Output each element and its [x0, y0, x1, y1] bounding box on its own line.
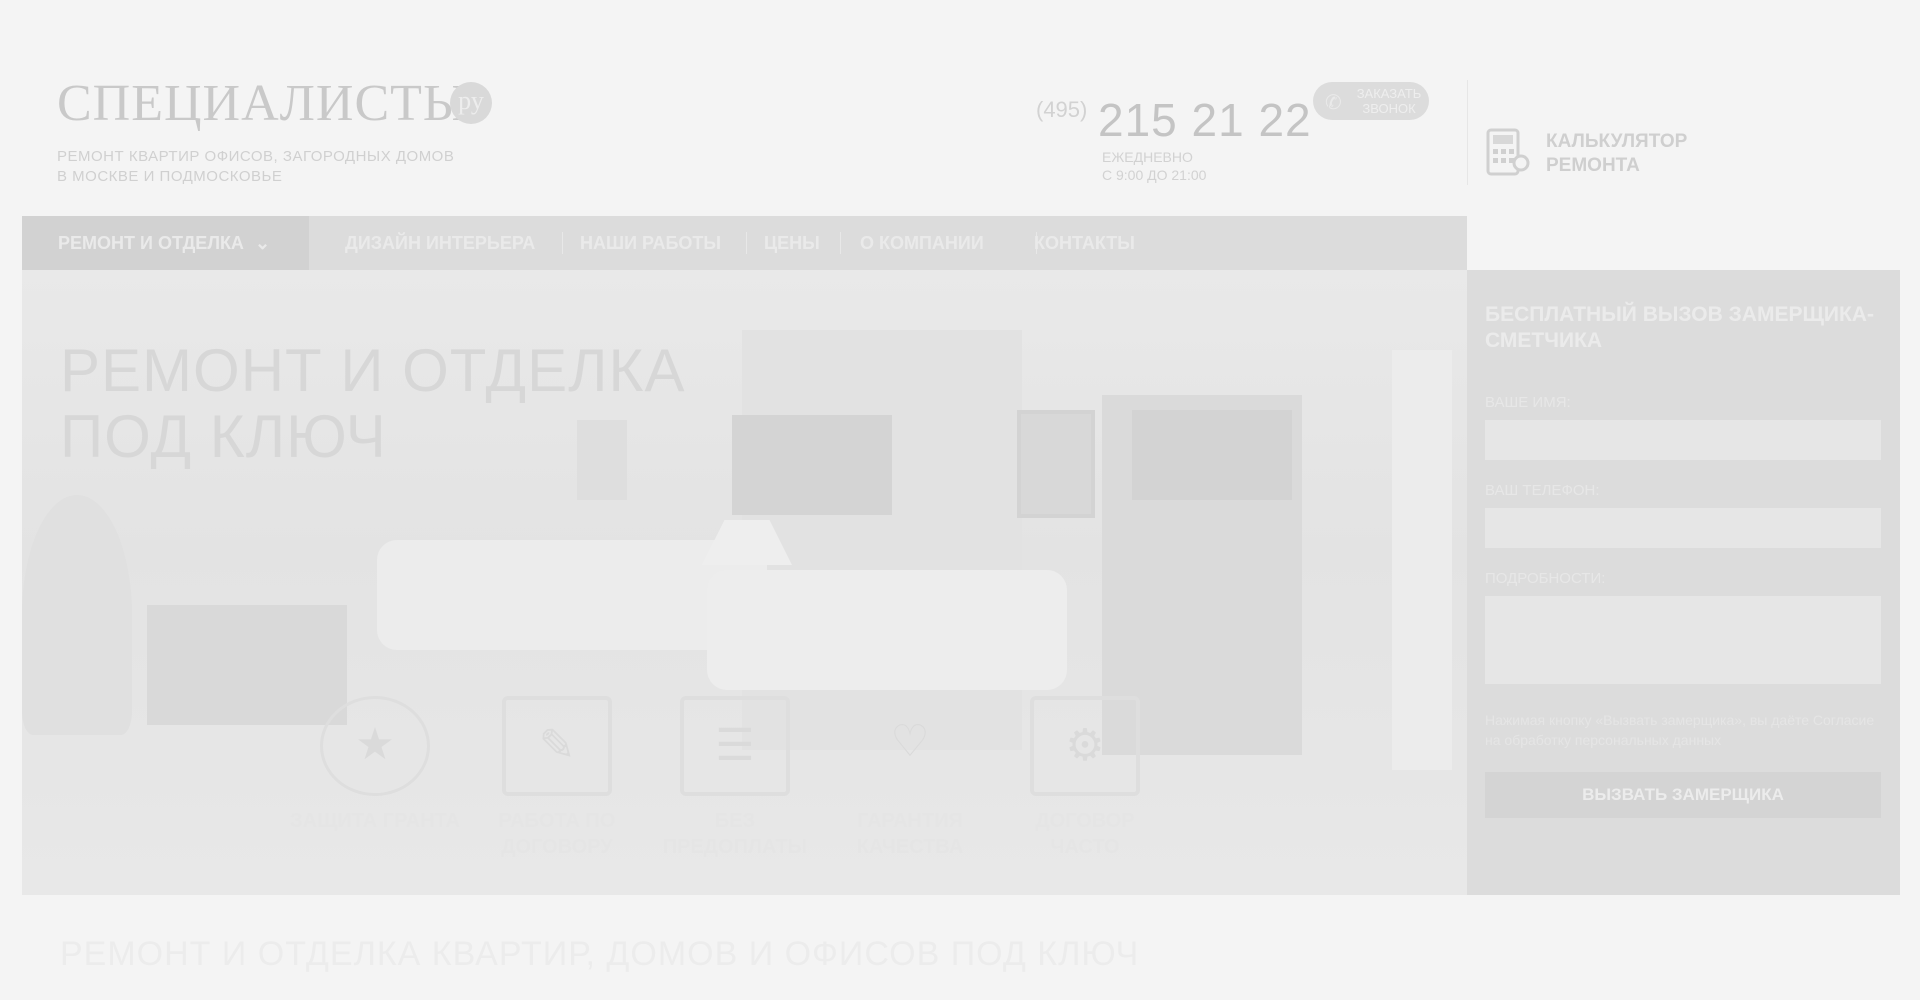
hand-coin-icon: ♡ [890, 717, 930, 766]
section-heading: РЕМОНТ И ОТДЕЛКА КВАРТИР, ДОМОВ И ОФИСОВ… [60, 935, 1140, 973]
name-label: ВАШЕ ИМЯ: [1485, 394, 1571, 411]
phone-number[interactable]: 215 21 22 [1098, 93, 1312, 147]
form-title: БЕСПЛАТНЫЙ ВЫЗОВ ЗАМЕРЩИКА-СМЕТЧИКА [1485, 303, 1874, 352]
phone-field[interactable] [1485, 508, 1881, 548]
nav-separator [840, 232, 841, 254]
submit-button[interactable]: ВЫЗВАТЬ ЗАМЕРЩИКА [1485, 772, 1881, 818]
phone-icon: ✆ [1325, 92, 1342, 114]
logo-badge: ру [450, 82, 492, 124]
logo-subtitle-line2: В МОСКВЕ И ПОДМОСКОВЬЕ [57, 168, 283, 185]
feature-label: БЕЗ ПРЕДОПЛАТЫ [662, 810, 808, 858]
feature-item: ⚙ ДОГОВОР ЧАСТО [1000, 696, 1170, 860]
feature-label: РАБОТА ПО ДОГОВОРУ [498, 810, 616, 858]
callback-button[interactable]: ✆ ЗАКАЗАТЬ ЗВОНОК [1313, 82, 1429, 120]
nav-item-repair[interactable]: РЕМОНТ И ОТДЕЛКА ⌄ [58, 216, 270, 270]
header-divider [1467, 80, 1468, 185]
nav-item-prices[interactable]: ЦЕНЫ [764, 216, 820, 270]
nav-item-label: РЕМОНТ И ОТДЕЛКА [58, 233, 244, 253]
nav-item-works[interactable]: НАШИ РАБОТЫ [580, 216, 721, 270]
feature-item: ★ ЗАЩИТА ГРАНТА [290, 696, 460, 834]
laurel-star-icon: ★ [320, 696, 430, 796]
nav-item-design[interactable]: ДИЗАЙН ИНТЕРЬЕРА [345, 216, 535, 270]
nav-separator [562, 232, 563, 254]
hours-line1: ЕЖЕДНЕВНО [1102, 149, 1193, 165]
calculator-icon [1486, 128, 1530, 176]
working-hours: ЕЖЕДНЕВНО С 9:00 ДО 21:00 [1102, 148, 1206, 184]
checklist-icon: ☰ [680, 696, 790, 796]
main-nav: РЕМОНТ И ОТДЕЛКА ⌄ ДИЗАЙН ИНТЕРЬЕРА НАШИ… [22, 216, 1467, 270]
feature-item: ✎ РАБОТА ПО ДОГОВОРУ [472, 696, 642, 860]
phone-label: ВАШ ТЕЛЕФОН: [1485, 482, 1600, 499]
callback-label: ЗАКАЗАТЬ ЗВОНОК [1356, 86, 1422, 116]
measurer-request-form: БЕСПЛАТНЫЙ ВЫЗОВ ЗАМЕРЩИКА-СМЕТЧИКА ВАШЕ… [1467, 270, 1900, 895]
hero-title: РЕМОНТ И ОТДЕЛКА ПОД КЛЮЧ [60, 338, 760, 470]
logo-text: СПЕЦИАЛИСТЫ [57, 75, 470, 132]
nav-item-about[interactable]: О КОМПАНИИ [860, 216, 984, 270]
contract-pen-icon: ✎ [502, 696, 612, 796]
feature-label: ГАРАНТИЯ КАЧЕСТВА [856, 810, 964, 858]
hero-banner: РЕМОНТ И ОТДЕЛКА ПОД КЛЮЧ ★ ЗАЩИТА ГРАНТ… [22, 270, 1467, 895]
hero-title-line2: ПОД КЛЮЧ [60, 403, 387, 470]
details-label: ПОДРОБНОСТИ: [1485, 570, 1606, 587]
feature-label: ДОГОВОР ЧАСТО [1035, 810, 1135, 858]
hours-line2: С 9:00 ДО 21:00 [1102, 167, 1207, 183]
phone-code: (495) [1036, 97, 1088, 122]
logo[interactable]: СПЕЦИАЛИСТЫ ру [57, 75, 492, 132]
name-field[interactable] [1485, 420, 1881, 460]
calculator-label: КАЛЬКУЛЯТОР РЕМОНТА [1546, 131, 1688, 176]
hero-title-line1: РЕМОНТ И ОТДЕЛКА [60, 337, 686, 404]
feature-label: ЗАЩИТА ГРАНТА [290, 810, 460, 832]
nav-separator [746, 232, 747, 254]
details-field[interactable] [1485, 596, 1881, 684]
document-gears-icon: ⚙ [1030, 696, 1140, 796]
nav-item-contacts[interactable]: КОНТАКТЫ [1034, 216, 1135, 270]
chevron-down-icon: ⌄ [254, 233, 271, 253]
logo-subtitle: РЕМОНТ КВАРТИР ОФИСОВ, ЗАГОРОДНЫХ ДОМОВ … [57, 147, 517, 187]
consent-note: Нажимая кнопку «Вызвать замерщика», вы д… [1485, 712, 1875, 748]
logo-subtitle-line1: РЕМОНТ КВАРТИР ОФИСОВ, ЗАГОРОДНЫХ ДОМОВ [57, 148, 455, 165]
feature-item: ☰ БЕЗ ПРЕДОПЛАТЫ [650, 696, 820, 860]
feature-item: ♡ ГАРАНТИЯ КАЧЕСТВА [825, 696, 995, 860]
